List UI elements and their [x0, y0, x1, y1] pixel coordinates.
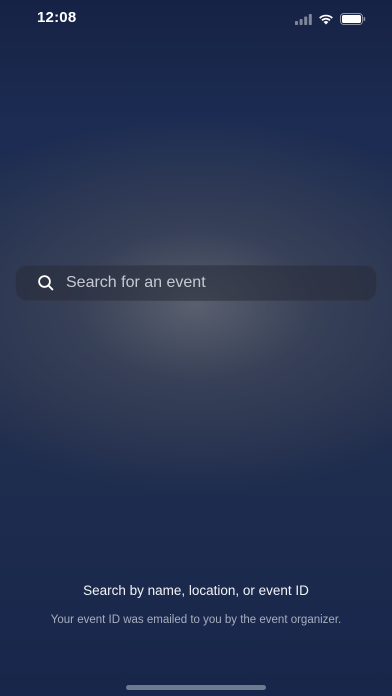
- home-indicator[interactable]: [126, 685, 266, 690]
- search-icon: [37, 274, 55, 292]
- search-input[interactable]: [66, 265, 377, 301]
- hint-title: Search by name, location, or event ID: [83, 583, 309, 598]
- battery-icon: [340, 13, 366, 25]
- wifi-icon: [318, 13, 334, 25]
- status-icons: [295, 12, 366, 26]
- status-time: 12:08: [37, 9, 77, 26]
- search-bar[interactable]: [15, 265, 377, 301]
- search-hint: Search by name, location, or event ID Yo…: [40, 583, 352, 628]
- signal-icon: [295, 13, 312, 25]
- status-bar: 12:08: [0, 0, 392, 36]
- hint-subtitle: Your event ID was emailed to you by the …: [50, 614, 342, 626]
